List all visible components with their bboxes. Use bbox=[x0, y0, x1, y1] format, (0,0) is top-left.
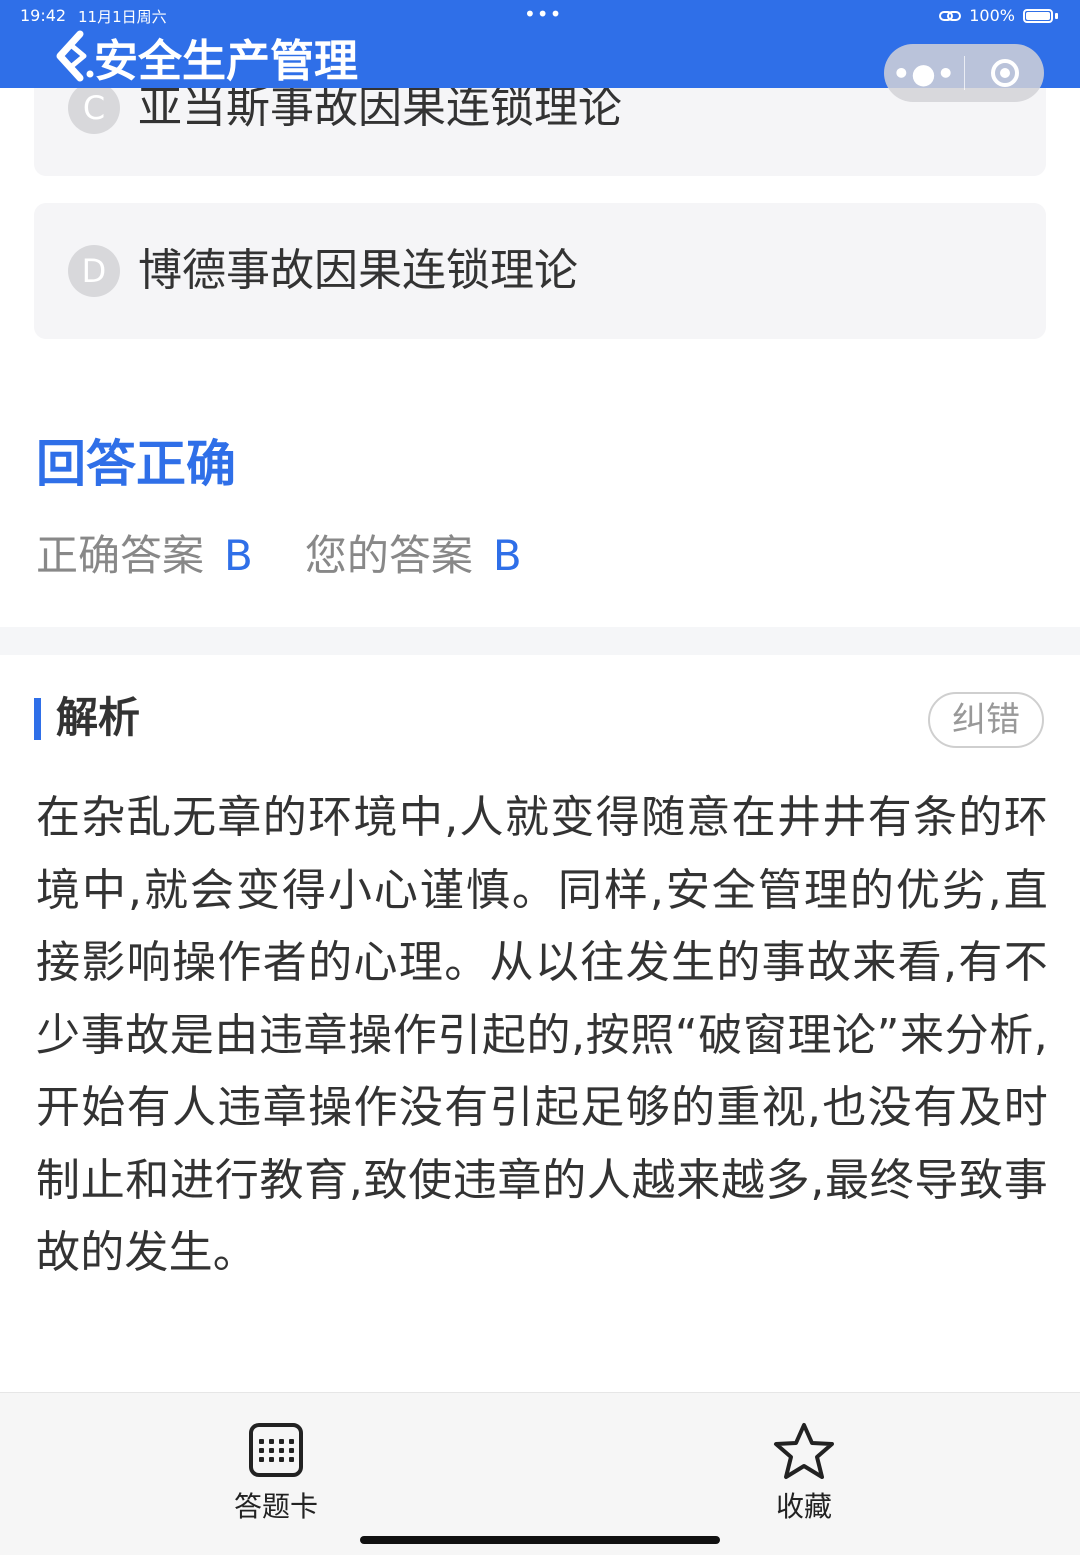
back-logo-icon[interactable] bbox=[50, 30, 94, 82]
link-icon bbox=[939, 10, 962, 21]
battery-icon bbox=[1023, 8, 1053, 23]
multitask-dots-icon[interactable]: ••• bbox=[524, 2, 562, 26]
option-letter: D bbox=[68, 245, 120, 297]
option-d[interactable]: D 博德事故因果连锁理论 bbox=[34, 203, 1046, 339]
report-error-button[interactable]: 纠错 bbox=[928, 692, 1044, 748]
option-text: 博德事故因果连锁理论 bbox=[138, 245, 578, 296]
target-close-icon bbox=[990, 59, 1019, 87]
your-answer-label: 您的答案 bbox=[304, 531, 473, 580]
section-divider bbox=[0, 627, 1080, 655]
result-status: 回答正确 bbox=[36, 435, 236, 493]
answer-card-label: 答题卡 bbox=[233, 1490, 318, 1523]
battery-tip bbox=[1055, 12, 1058, 19]
correct-answer-value: B bbox=[224, 531, 253, 580]
correct-answer-label: 正确答案 bbox=[36, 531, 205, 580]
your-answer-value: B bbox=[492, 531, 522, 580]
grid-icon bbox=[249, 1423, 303, 1477]
app-title-text: 安全生产管理 bbox=[94, 36, 358, 87]
answer-row: 正确答案 B 您的答案 B bbox=[36, 528, 522, 584]
close-button[interactable] bbox=[965, 59, 1044, 87]
home-indicator[interactable] bbox=[360, 1536, 720, 1544]
analysis-text: 在杂乱无章的环境中,人就变得随意在井井有条的环境中,就会变得小心谨慎。同样,安全… bbox=[36, 792, 1048, 1278]
status-right: 100% bbox=[939, 6, 1058, 25]
answer-card-button[interactable]: 答题卡 bbox=[176, 1393, 376, 1525]
bottom-toolbar: 答题卡 收藏 bbox=[0, 1392, 1080, 1555]
favorite-button[interactable]: 收藏 bbox=[704, 1393, 904, 1525]
section-accent-bar bbox=[34, 698, 41, 740]
star-icon bbox=[774, 1423, 834, 1479]
status-time: 19:42 bbox=[20, 6, 67, 25]
favorite-label: 收藏 bbox=[775, 1490, 832, 1523]
battery-percent: 100% bbox=[969, 6, 1015, 25]
more-dots-icon[interactable]: •●• bbox=[884, 57, 964, 90]
status-date: 11月1日周六 bbox=[78, 8, 167, 26]
mini-program-capsule: •●• bbox=[884, 44, 1044, 102]
app-title: 安全生产管理 bbox=[50, 30, 358, 92]
analysis-title: 解析 bbox=[56, 693, 141, 742]
